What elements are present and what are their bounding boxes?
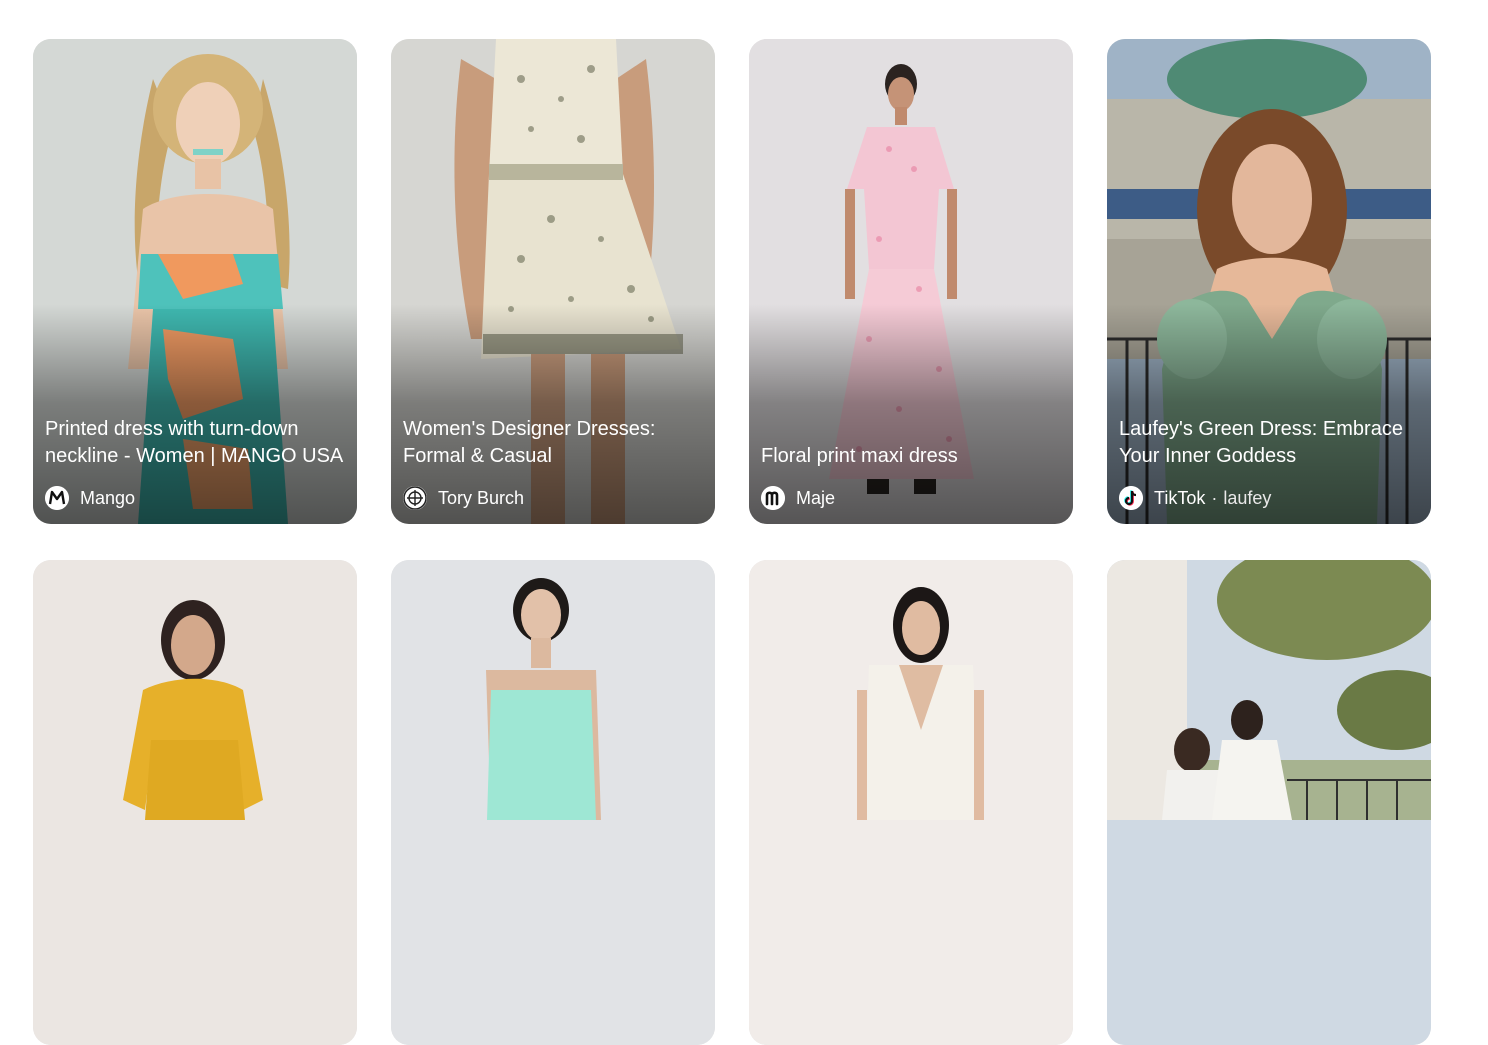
result-card[interactable] [749,560,1073,1045]
result-card[interactable] [33,560,357,1045]
source-author: laufey [1223,487,1272,508]
result-image[interactable] [1107,560,1431,1045]
tory-burch-logo-icon [403,486,427,510]
result-title[interactable]: Laufey's Green Dress: Embrace Your Inner… [1119,416,1419,470]
result-card[interactable] [391,560,715,1045]
source-name: TikTok [1154,487,1206,508]
result-source[interactable]: TikTok · laufey [1119,486,1271,510]
maje-logo-icon [761,486,785,510]
result-title[interactable]: Printed dress with turn-down neckline - … [45,416,345,470]
source-name: Tory Burch [438,487,525,508]
result-source[interactable]: Maje [761,486,835,510]
result-image[interactable] [391,560,715,1045]
result-card[interactable]: Women's Designer Dresses: Formal & Casua… [391,39,715,524]
result-source[interactable]: Tory Burch [403,486,524,510]
result-card[interactable]: Floral print maxi dress Maje [749,39,1073,524]
result-image[interactable] [33,560,357,1045]
separator-dot: · [1211,487,1218,508]
tiktok-logo-icon [1119,486,1143,510]
result-card[interactable]: Printed dress with turn-down neckline - … [33,39,357,524]
result-title[interactable]: Floral print maxi dress [761,443,1061,470]
source-name: Mango [80,487,136,508]
result-image[interactable] [749,560,1073,1045]
result-card[interactable]: Laufey's Green Dress: Embrace Your Inner… [1107,39,1431,524]
image-results-grid: Printed dress with turn-down neckline - … [33,39,1431,1045]
result-title[interactable]: Women's Designer Dresses: Formal & Casua… [403,416,703,470]
source-name: Maje [796,487,836,508]
mango-logo-icon [45,486,69,510]
result-source[interactable]: Mango [45,486,135,510]
result-card[interactable] [1107,560,1431,1045]
